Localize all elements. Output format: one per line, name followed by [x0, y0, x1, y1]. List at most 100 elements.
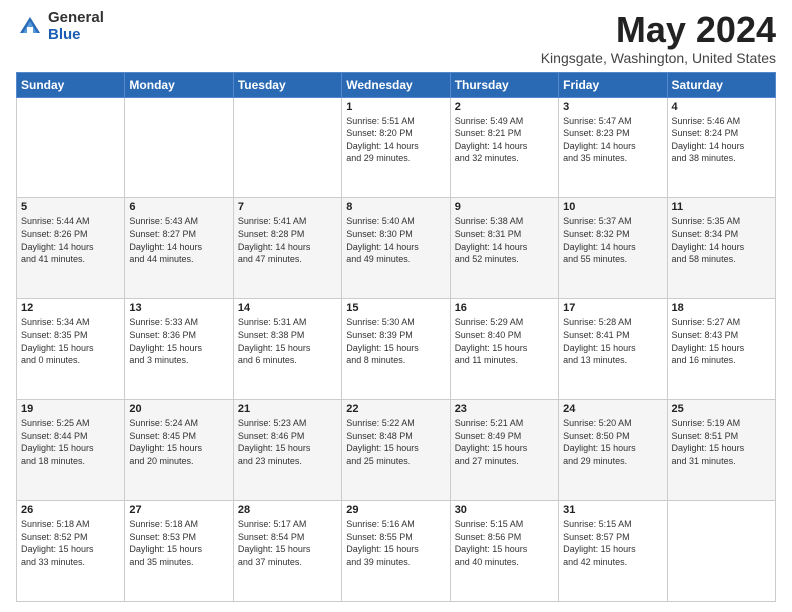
col-thursday: Thursday — [450, 72, 558, 97]
table-row: 8Sunrise: 5:40 AM Sunset: 8:30 PM Daylig… — [342, 198, 450, 299]
table-row: 23Sunrise: 5:21 AM Sunset: 8:49 PM Dayli… — [450, 400, 558, 501]
table-row: 12Sunrise: 5:34 AM Sunset: 8:35 PM Dayli… — [17, 299, 125, 400]
day-info: Sunrise: 5:18 AM Sunset: 8:52 PM Dayligh… — [21, 518, 120, 568]
day-number: 21 — [238, 403, 337, 415]
table-row — [667, 501, 775, 602]
day-number: 25 — [672, 403, 771, 415]
day-info: Sunrise: 5:20 AM Sunset: 8:50 PM Dayligh… — [563, 417, 662, 467]
day-number: 3 — [563, 101, 662, 113]
logo: General Blue — [16, 10, 104, 43]
day-info: Sunrise: 5:25 AM Sunset: 8:44 PM Dayligh… — [21, 417, 120, 467]
table-row: 2 Sunrise: 5:49 AM Sunset: 8:21 PM Daylig… — [450, 97, 558, 198]
col-sunday: Sunday — [17, 72, 125, 97]
day-number: 27 — [129, 504, 228, 516]
table-row: 19 Sunrise: 5:25 AM Sunset: 8:44 PM Dayli… — [17, 400, 125, 501]
header: General Blue May 2024 Kingsgate, Washing… — [16, 10, 776, 66]
table-row: 21 Sunrise: 5:23 AM Sunset: 8:46 PM Dayli… — [233, 400, 341, 501]
day-info: Sunrise: 5:28 AM Sunset: 8:41 PM Dayligh… — [563, 316, 662, 366]
day-number: 12 — [21, 302, 120, 314]
main-title: May 2024 — [541, 10, 776, 50]
col-friday: Friday — [559, 72, 667, 97]
day-number: 1 — [346, 101, 445, 113]
day-info: Sunrise: 5:15 AM Sunset: 8:57 PM Dayligh… — [563, 518, 662, 568]
calendar-week-4: 19 Sunrise: 5:25 AM Sunset: 8:44 PM Dayli… — [17, 400, 776, 501]
day-info: Sunrise: 5:18 AM Sunset: 8:53 PM Dayligh… — [129, 518, 228, 568]
table-row: 17 Sunrise: 5:28 AM Sunset: 8:41 PM Dayli… — [559, 299, 667, 400]
day-number: 31 — [563, 504, 662, 516]
day-number: 13 — [129, 302, 228, 314]
table-row: 28 Sunrise: 5:17 AM Sunset: 8:54 PM Dayli… — [233, 501, 341, 602]
day-number: 29 — [346, 504, 445, 516]
col-wednesday: Wednesday — [342, 72, 450, 97]
day-number: 24 — [563, 403, 662, 415]
day-info: Sunrise: 5:47 AM Sunset: 8:23 PM Dayligh… — [563, 115, 662, 165]
page: General Blue May 2024 Kingsgate, Washing… — [0, 0, 792, 612]
calendar-week-3: 12Sunrise: 5:34 AM Sunset: 8:35 PM Dayli… — [17, 299, 776, 400]
day-info: Sunrise: 5:49 AM Sunset: 8:21 PM Dayligh… — [455, 115, 554, 165]
table-row: 3 Sunrise: 5:47 AM Sunset: 8:23 PM Daylig… — [559, 97, 667, 198]
day-info: Sunrise: 5:33 AM Sunset: 8:36 PM Dayligh… — [129, 316, 228, 366]
day-number: 23 — [455, 403, 554, 415]
day-number: 2 — [455, 101, 554, 113]
table-row: 22 Sunrise: 5:22 AM Sunset: 8:48 PM Dayli… — [342, 400, 450, 501]
calendar-week-2: 5 Sunrise: 5:44 AM Sunset: 8:26 PM Daylig… — [17, 198, 776, 299]
table-row — [233, 97, 341, 198]
calendar-week-1: 1Sunrise: 5:51 AM Sunset: 8:20 PM Daylig… — [17, 97, 776, 198]
day-info: Sunrise: 5:19 AM Sunset: 8:51 PM Dayligh… — [672, 417, 771, 467]
day-number: 5 — [21, 201, 120, 213]
day-number: 8 — [346, 201, 445, 213]
table-row: 9Sunrise: 5:38 AM Sunset: 8:31 PM Daylig… — [450, 198, 558, 299]
day-number: 30 — [455, 504, 554, 516]
table-row: 26Sunrise: 5:18 AM Sunset: 8:52 PM Dayli… — [17, 501, 125, 602]
day-info: Sunrise: 5:23 AM Sunset: 8:46 PM Dayligh… — [238, 417, 337, 467]
day-info: Sunrise: 5:46 AM Sunset: 8:24 PM Dayligh… — [672, 115, 771, 165]
day-number: 18 — [672, 302, 771, 314]
calendar-table: Sunday Monday Tuesday Wednesday Thursday… — [16, 72, 776, 602]
table-row: 10Sunrise: 5:37 AM Sunset: 8:32 PM Dayli… — [559, 198, 667, 299]
title-block: May 2024 Kingsgate, Washington, United S… — [541, 10, 776, 66]
day-info: Sunrise: 5:37 AM Sunset: 8:32 PM Dayligh… — [563, 215, 662, 265]
day-number: 16 — [455, 302, 554, 314]
logo-blue-text: Blue — [48, 27, 104, 44]
day-info: Sunrise: 5:17 AM Sunset: 8:54 PM Dayligh… — [238, 518, 337, 568]
day-number: 22 — [346, 403, 445, 415]
day-number: 15 — [346, 302, 445, 314]
subtitle: Kingsgate, Washington, United States — [541, 50, 776, 66]
table-row: 7 Sunrise: 5:41 AM Sunset: 8:28 PM Daylig… — [233, 198, 341, 299]
day-info: Sunrise: 5:44 AM Sunset: 8:26 PM Dayligh… — [21, 215, 120, 265]
table-row: 25 Sunrise: 5:19 AM Sunset: 8:51 PM Dayli… — [667, 400, 775, 501]
table-row — [125, 97, 233, 198]
day-number: 19 — [21, 403, 120, 415]
day-info: Sunrise: 5:29 AM Sunset: 8:40 PM Dayligh… — [455, 316, 554, 366]
table-row: 31 Sunrise: 5:15 AM Sunset: 8:57 PM Dayli… — [559, 501, 667, 602]
table-row: 5 Sunrise: 5:44 AM Sunset: 8:26 PM Daylig… — [17, 198, 125, 299]
table-row: 4Sunrise: 5:46 AM Sunset: 8:24 PM Daylig… — [667, 97, 775, 198]
table-row: 16 Sunrise: 5:29 AM Sunset: 8:40 PM Dayli… — [450, 299, 558, 400]
day-number: 28 — [238, 504, 337, 516]
table-row: 24 Sunrise: 5:20 AM Sunset: 8:50 PM Dayli… — [559, 400, 667, 501]
day-number: 7 — [238, 201, 337, 213]
col-tuesday: Tuesday — [233, 72, 341, 97]
calendar-week-5: 26Sunrise: 5:18 AM Sunset: 8:52 PM Dayli… — [17, 501, 776, 602]
day-info: Sunrise: 5:15 AM Sunset: 8:56 PM Dayligh… — [455, 518, 554, 568]
calendar-header-row: Sunday Monday Tuesday Wednesday Thursday… — [17, 72, 776, 97]
day-info: Sunrise: 5:22 AM Sunset: 8:48 PM Dayligh… — [346, 417, 445, 467]
day-info: Sunrise: 5:24 AM Sunset: 8:45 PM Dayligh… — [129, 417, 228, 467]
day-info: Sunrise: 5:43 AM Sunset: 8:27 PM Dayligh… — [129, 215, 228, 265]
table-row: 18 Sunrise: 5:27 AM Sunset: 8:43 PM Dayli… — [667, 299, 775, 400]
table-row: 29Sunrise: 5:16 AM Sunset: 8:55 PM Dayli… — [342, 501, 450, 602]
day-info: Sunrise: 5:41 AM Sunset: 8:28 PM Dayligh… — [238, 215, 337, 265]
day-info: Sunrise: 5:27 AM Sunset: 8:43 PM Dayligh… — [672, 316, 771, 366]
table-row: 14Sunrise: 5:31 AM Sunset: 8:38 PM Dayli… — [233, 299, 341, 400]
col-saturday: Saturday — [667, 72, 775, 97]
logo-text: General Blue — [48, 10, 104, 43]
table-row: 30 Sunrise: 5:15 AM Sunset: 8:56 PM Dayli… — [450, 501, 558, 602]
table-row: 6Sunrise: 5:43 AM Sunset: 8:27 PM Daylig… — [125, 198, 233, 299]
col-monday: Monday — [125, 72, 233, 97]
table-row — [17, 97, 125, 198]
day-info: Sunrise: 5:35 AM Sunset: 8:34 PM Dayligh… — [672, 215, 771, 265]
logo-icon — [16, 13, 44, 41]
day-number: 9 — [455, 201, 554, 213]
day-number: 17 — [563, 302, 662, 314]
day-number: 20 — [129, 403, 228, 415]
